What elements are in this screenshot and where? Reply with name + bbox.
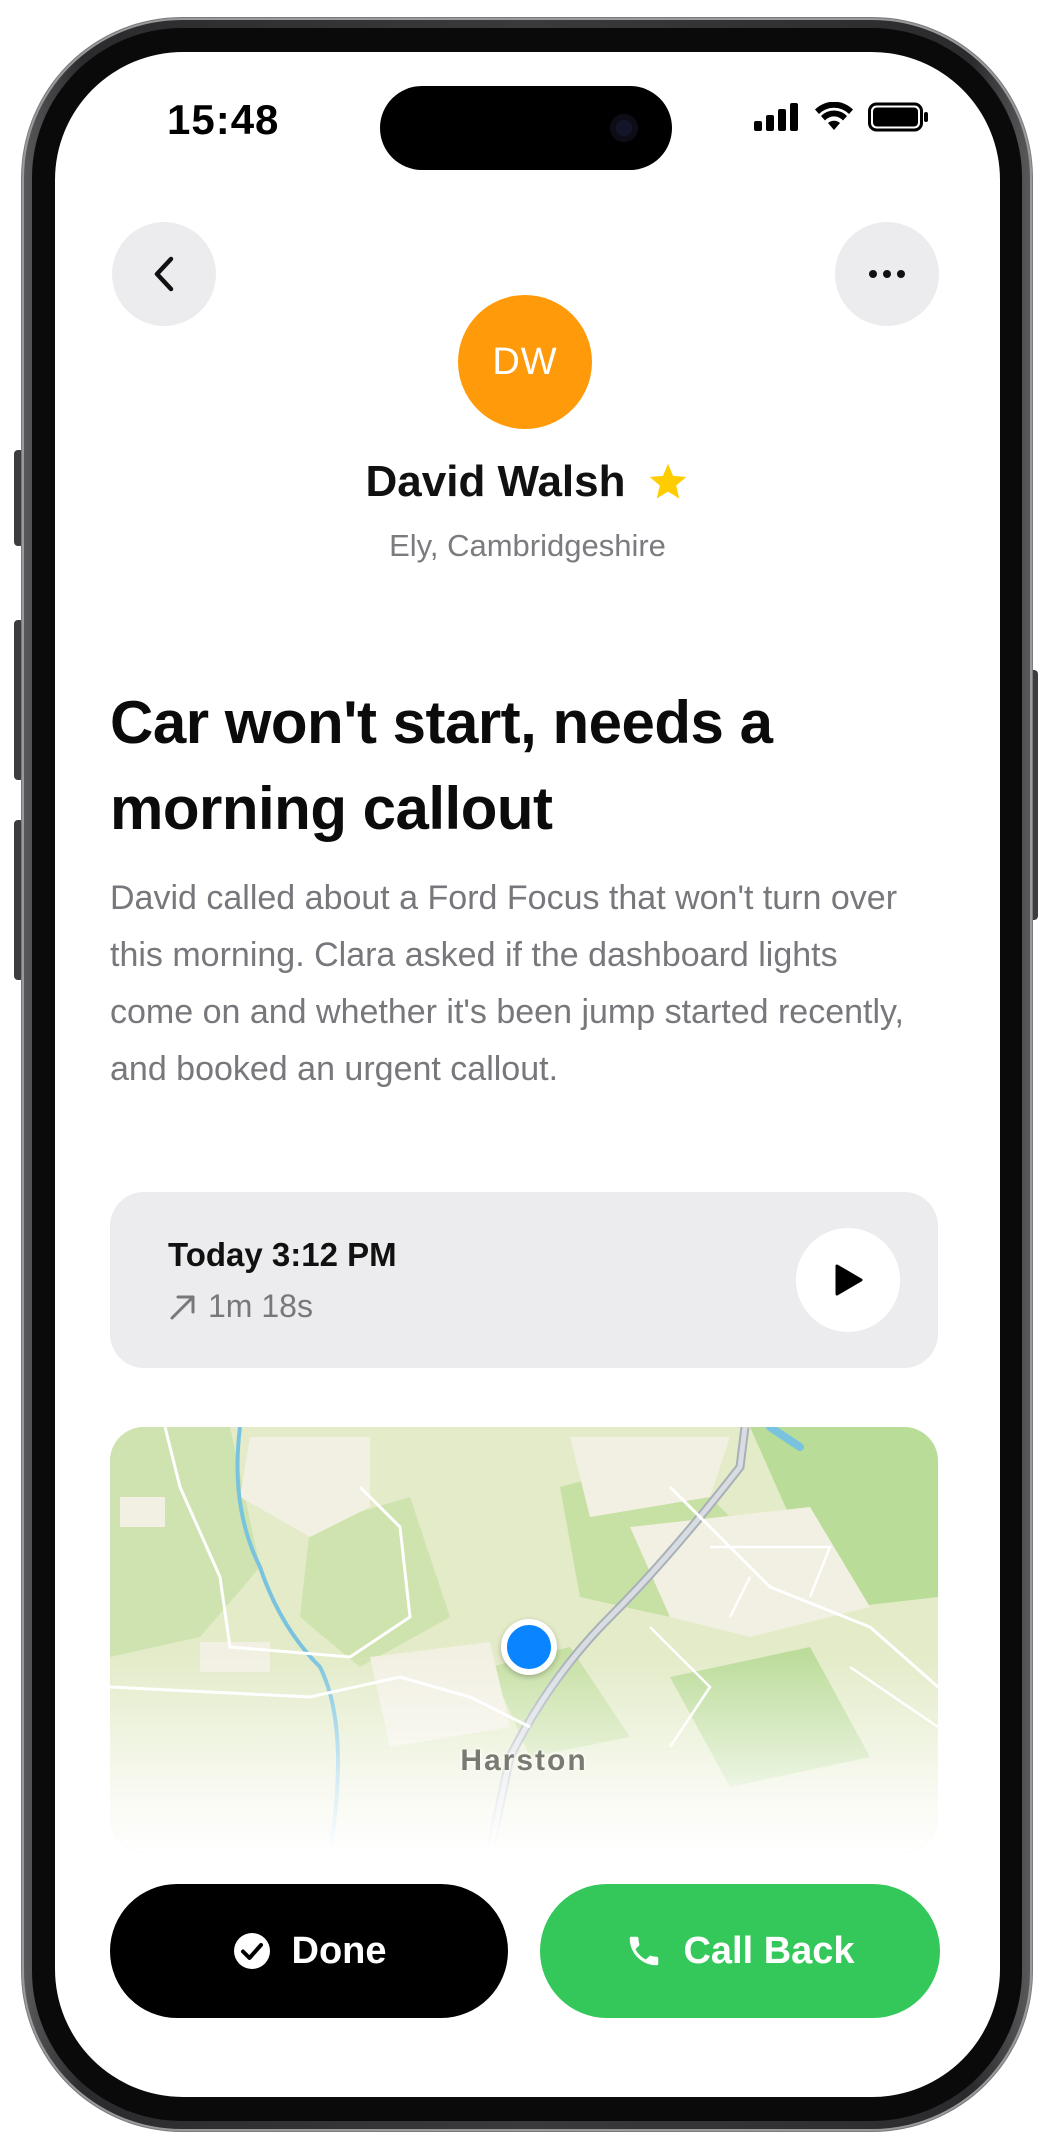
contact-name-row: David Walsh <box>55 457 1000 507</box>
camera-icon <box>610 114 638 142</box>
dynamic-island <box>380 86 672 170</box>
status-time: 15:48 <box>167 96 280 143</box>
contact-name: David Walsh <box>365 457 626 506</box>
status-icons <box>754 102 930 132</box>
call-back-label: Call Back <box>683 1929 855 1972</box>
call-duration: 1m 18s <box>208 1288 313 1324</box>
chevron-left-icon <box>154 256 174 292</box>
battery-icon <box>868 102 928 132</box>
ellipsis-icon <box>869 270 905 278</box>
outgoing-arrow-icon <box>170 1295 195 1319</box>
checkmark-circle-icon <box>233 1933 270 1969</box>
phone-icon <box>630 1936 659 1966</box>
star-favorite-icon <box>650 463 687 499</box>
map-place-label: Harston <box>460 1744 588 1777</box>
play-icon <box>835 1264 863 1296</box>
avatar-initials: DW <box>492 340 558 383</box>
location-pin-icon <box>501 1619 557 1675</box>
screen: 15:48 DW David Walsh Ely, Cambridgeshire… <box>55 52 1000 2097</box>
location-map[interactable]: Harston <box>110 1427 938 1852</box>
play-button[interactable] <box>796 1228 900 1332</box>
avatar: DW <box>458 295 592 429</box>
cellular-signal-icon <box>754 103 798 131</box>
wifi-icon <box>815 102 853 130</box>
call-recording-card[interactable]: Today 3:12 PM 1m 18s <box>110 1192 938 1368</box>
more-options-button[interactable] <box>835 222 939 326</box>
call-summary-description: David called about a Ford Focus that won… <box>110 879 904 1088</box>
call-duration-row: 1m 18s <box>168 1288 313 1325</box>
done-label: Done <box>291 1929 387 1972</box>
done-button[interactable]: Done <box>110 1884 508 2018</box>
call-timestamp: Today 3:12 PM <box>168 1236 397 1273</box>
back-button[interactable] <box>112 222 216 326</box>
contact-location: Ely, Cambridgeshire <box>389 528 666 563</box>
call-back-button[interactable]: Call Back <box>540 1884 940 2018</box>
call-summary-title: Car won't start, needs a morning callout <box>110 689 773 842</box>
